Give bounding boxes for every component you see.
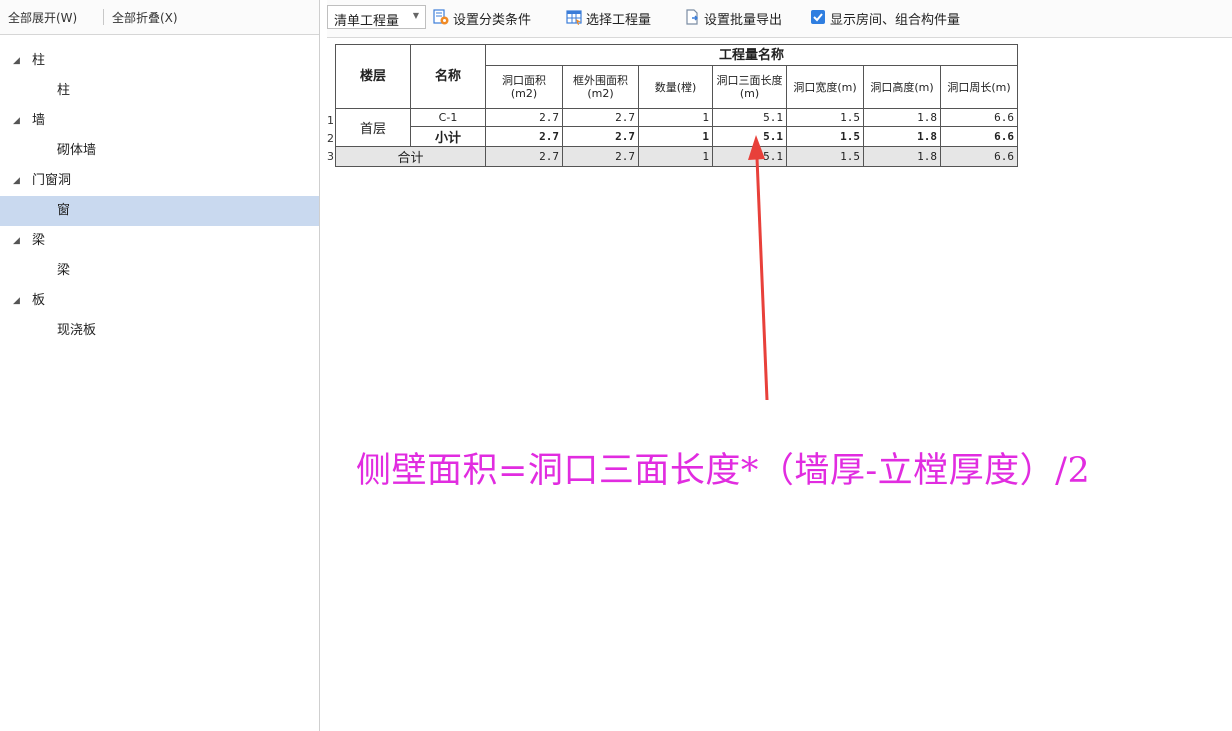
collapse-all-button[interactable]: 全部折叠(X) — [112, 9, 178, 26]
batch-export-button[interactable]: 设置批量导出 — [684, 8, 814, 28]
collapse-triangle-icon[interactable]: ◢ — [13, 286, 20, 316]
value-cell[interactable]: 2.7 — [562, 108, 639, 127]
dropdown-value: 清单工程量 — [334, 14, 400, 29]
tree-item-masonry-wall[interactable]: 砌体墙 — [0, 136, 319, 166]
column-header: 洞口宽度(m) — [786, 65, 864, 109]
tree-node-label: 墙 — [32, 113, 46, 128]
tree-node-label: 柱 — [32, 53, 46, 68]
show-rooms-label: 显示房间、组合构件量 — [830, 13, 961, 28]
name-cell[interactable]: 小计 — [410, 126, 486, 147]
value-cell[interactable]: 6.6 — [940, 146, 1018, 167]
table-header-row: 楼层 名称 工程量名称 — [335, 44, 1018, 109]
component-tree: ◢ 柱 柱 ◢ 墙 砌体墙 ◢ 门窗洞 窗 ◢ 梁 梁 ◢ 板 现浇板 — [0, 46, 319, 346]
category-settings-icon — [433, 9, 449, 25]
export-document-icon — [686, 9, 698, 25]
expand-all-button[interactable]: 全部展开(W) — [8, 9, 77, 26]
total-label-cell[interactable]: 合计 — [335, 146, 486, 167]
set-category-label: 设置分类条件 — [453, 13, 532, 28]
formula-annotation: 侧壁面积=洞口三面长度*（墙厚-立樘厚度）/2 — [356, 451, 1091, 491]
value-cell[interactable]: 1.8 — [863, 108, 941, 127]
collapse-triangle-icon[interactable]: ◢ — [13, 106, 20, 136]
header-quantity-group: 工程量名称 — [485, 44, 1018, 66]
header-name: 名称 — [410, 44, 486, 109]
tree-node-slab[interactable]: ◢ 板 — [0, 286, 319, 316]
collapse-triangle-icon[interactable]: ◢ — [13, 166, 20, 196]
tree-node-column[interactable]: ◢ 柱 — [0, 46, 319, 76]
column-header: 框外围面积(m2) — [562, 65, 639, 109]
value-cell[interactable]: 2.7 — [562, 146, 639, 167]
tree-item-window[interactable]: 窗 — [0, 196, 319, 226]
tree-node-label: 梁 — [32, 233, 46, 248]
toolbar-divider — [103, 9, 104, 25]
quantity-table: 楼层 名称 工程量名称 洞口面积(m2) 框外围面积(m2) 数量(樘) 洞口三… — [335, 44, 1018, 167]
collapse-triangle-icon[interactable]: ◢ — [13, 226, 20, 256]
value-cell[interactable]: 1 — [638, 126, 713, 147]
value-cell[interactable]: 6.6 — [940, 108, 1018, 127]
tree-item-column[interactable]: 柱 — [0, 76, 319, 106]
value-cell[interactable]: 1.8 — [863, 126, 941, 147]
column-header: 数量(樘) — [638, 65, 713, 109]
value-cell[interactable]: 1.5 — [786, 126, 864, 147]
tree-item-label: 窗 — [57, 203, 71, 218]
tree-item-label: 梁 — [57, 263, 71, 278]
value-cell[interactable]: 6.6 — [940, 126, 1018, 147]
chevron-down-icon: ▼ — [412, 11, 419, 20]
table-select-icon — [566, 10, 582, 25]
batch-export-label: 设置批量导出 — [704, 13, 783, 28]
row-number: 2 — [327, 132, 334, 145]
row-number: 3 — [327, 150, 334, 163]
value-cell[interactable]: 1 — [638, 108, 713, 127]
value-cell[interactable]: 1 — [638, 146, 713, 167]
column-header: 洞口面积(m2) — [485, 65, 563, 109]
value-cell[interactable]: 5.1 — [712, 146, 787, 167]
name-cell[interactable]: C-1 — [410, 108, 486, 127]
tree-node-openings[interactable]: ◢ 门窗洞 — [0, 166, 319, 196]
value-cell[interactable]: 1.5 — [786, 108, 864, 127]
select-quantity-label: 选择工程量 — [586, 13, 652, 28]
value-cell[interactable]: 2.7 — [485, 108, 563, 127]
floor-cell[interactable]: 首层 — [335, 108, 411, 147]
tree-node-label: 板 — [32, 293, 46, 308]
tree-node-beam[interactable]: ◢ 梁 — [0, 226, 319, 256]
tree-item-beam[interactable]: 梁 — [0, 256, 319, 286]
column-header: 洞口三面长度(m) — [712, 65, 787, 109]
left-toolbar: 全部展开(W) 全部折叠(X) — [0, 0, 319, 35]
value-cell[interactable]: 5.1 — [712, 108, 787, 127]
subtotal-row[interactable]: 小计 2.7 2.7 1 5.1 1.5 1.8 6.6 — [336, 126, 1018, 147]
header-floor: 楼层 — [335, 44, 411, 109]
value-cell[interactable]: 2.7 — [485, 126, 563, 147]
value-cell[interactable]: 1.8 — [863, 146, 941, 167]
tree-item-label: 现浇板 — [57, 323, 97, 338]
value-cell[interactable]: 2.7 — [485, 146, 563, 167]
value-cell[interactable]: 5.1 — [712, 126, 787, 147]
tree-item-label: 砌体墙 — [57, 143, 97, 158]
tree-item-label: 柱 — [57, 83, 71, 98]
report-toolbar: 清单工程量 ▼ 设置分类条件 选择工程量 设置批量导出 显示房间、组合构件量 — [327, 0, 1232, 38]
collapse-triangle-icon[interactable]: ◢ — [13, 46, 20, 76]
tree-item-cast-slab[interactable]: 现浇板 — [0, 316, 319, 346]
total-row[interactable]: 合计 2.7 2.7 1 5.1 1.5 1.8 6.6 — [335, 146, 1018, 167]
show-rooms-checkbox[interactable]: 显示房间、组合构件量 — [810, 8, 990, 28]
row-number: 1 — [327, 114, 334, 127]
checkbox-checked-icon[interactable] — [810, 9, 826, 25]
tree-node-wall[interactable]: ◢ 墙 — [0, 106, 319, 136]
value-cell[interactable]: 1.5 — [786, 146, 864, 167]
left-panel: 全部展开(W) 全部折叠(X) ◢ 柱 柱 ◢ 墙 砌体墙 ◢ 门窗洞 窗 ◢ … — [0, 0, 320, 731]
column-header: 洞口高度(m) — [863, 65, 941, 109]
value-cell[interactable]: 2.7 — [562, 126, 639, 147]
select-quantity-button[interactable]: 选择工程量 — [566, 8, 676, 28]
table-row[interactable]: 首层 C-1 2.7 2.7 1 5.1 1.5 1.8 6.6 — [335, 108, 1018, 147]
tree-node-label: 门窗洞 — [32, 173, 72, 188]
row-number-gutter: 1 2 3 — [327, 112, 335, 166]
set-category-button[interactable]: 设置分类条件 — [433, 8, 557, 28]
column-header: 洞口周长(m) — [940, 65, 1018, 109]
quantity-type-dropdown[interactable]: 清单工程量 ▼ — [327, 5, 426, 29]
